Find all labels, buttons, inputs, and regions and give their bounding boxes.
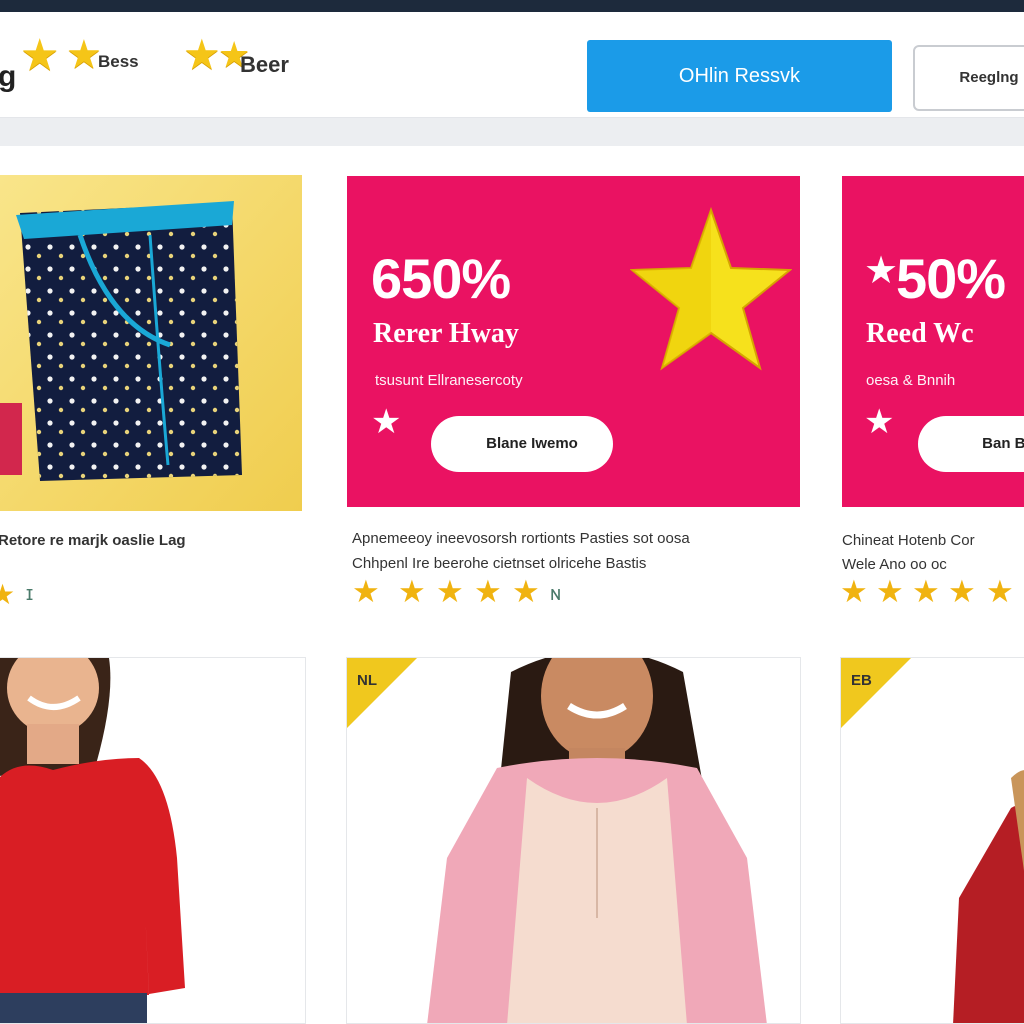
- promo-description-line1[interactable]: Chineat Hotenb Cor: [842, 532, 975, 549]
- product-description[interactable]: Retore re marjk oaslie Lag: [0, 532, 186, 549]
- star-icon: ★: [20, 31, 60, 80]
- rating-end-mark: ɪ: [26, 583, 34, 605]
- product-card-red-sweater[interactable]: EB: [840, 657, 1024, 1024]
- star-icon: ★: [436, 574, 464, 609]
- promo-card-2[interactable]: ★ 50% Reed Wc oesa & Bnnih ★ Ban Be: [842, 176, 1024, 507]
- promo-description-line1[interactable]: Apnemeeoy ineevosorsh rortionts Pasties …: [352, 530, 690, 547]
- promo-subline: Rerer Hway: [373, 318, 519, 349]
- secondary-action-button[interactable]: Reeglng: [913, 45, 1024, 111]
- star-icon: ★: [398, 574, 426, 609]
- star-icon: ★: [864, 403, 895, 441]
- star-icon: ★: [840, 574, 868, 609]
- rating-end-mark: ɴ: [550, 583, 562, 605]
- star-icon: ★: [474, 574, 502, 609]
- star-icon: ★: [948, 574, 976, 609]
- star-icon: ★: [371, 403, 402, 441]
- product-card-pink-cardigan[interactable]: NL: [346, 657, 801, 1024]
- star-icon: [630, 206, 792, 371]
- product-card-bag[interactable]: [0, 175, 302, 511]
- promo-cta-button[interactable]: Ban Be: [918, 416, 1024, 472]
- promo-card-1[interactable]: 650% Rerer Hway tsusunt Ellranesercoty ★…: [347, 176, 800, 507]
- site-header: g ★ ★ Bess ★ ★ Beer OHlin Ressvk Reeglng: [0, 12, 1024, 118]
- star-icon: ★: [512, 574, 540, 609]
- star-icon: ★: [876, 574, 904, 609]
- star-icon: ★: [986, 574, 1014, 609]
- promo-headline: 50%: [896, 247, 1006, 310]
- primary-action-button[interactable]: OHlin Ressvk: [587, 40, 892, 112]
- product-badge: [841, 658, 911, 728]
- promo-cta-button[interactable]: Blane Iwemo: [431, 416, 613, 472]
- rating-label-2: Beer: [240, 52, 289, 77]
- promo-detail: tsusunt Ellranesercoty: [375, 372, 523, 389]
- badge-label: NL: [357, 672, 377, 689]
- model-photo: [0, 658, 305, 1023]
- promo-detail: oesa & Bnnih: [866, 372, 956, 389]
- logo-fragment[interactable]: g: [0, 60, 16, 94]
- badge-label: EB: [851, 672, 872, 689]
- star-icon: ★: [183, 31, 221, 78]
- star-icon: ★: [0, 579, 16, 610]
- window-top-bar: [0, 0, 1024, 12]
- star-icon: ★: [66, 33, 102, 77]
- star-icon: ★: [912, 574, 940, 609]
- promo-description-line2[interactable]: Wele Ano oo oc: [842, 556, 947, 573]
- header-divider-band: [0, 118, 1024, 146]
- product-card-red-top[interactable]: [0, 657, 306, 1024]
- promo-headline: 650%: [371, 247, 511, 310]
- star-icon: ★: [864, 250, 899, 292]
- tote-bag-image: [0, 175, 302, 511]
- promo-subline: Reed Wc: [866, 318, 974, 349]
- promo-description-line2[interactable]: Chhpenl Ire beerohe cietnset olricehe Ba…: [352, 555, 646, 572]
- rating-label-1: Bess: [98, 52, 139, 71]
- star-icon: ★: [352, 574, 380, 609]
- product-badge: [347, 658, 417, 728]
